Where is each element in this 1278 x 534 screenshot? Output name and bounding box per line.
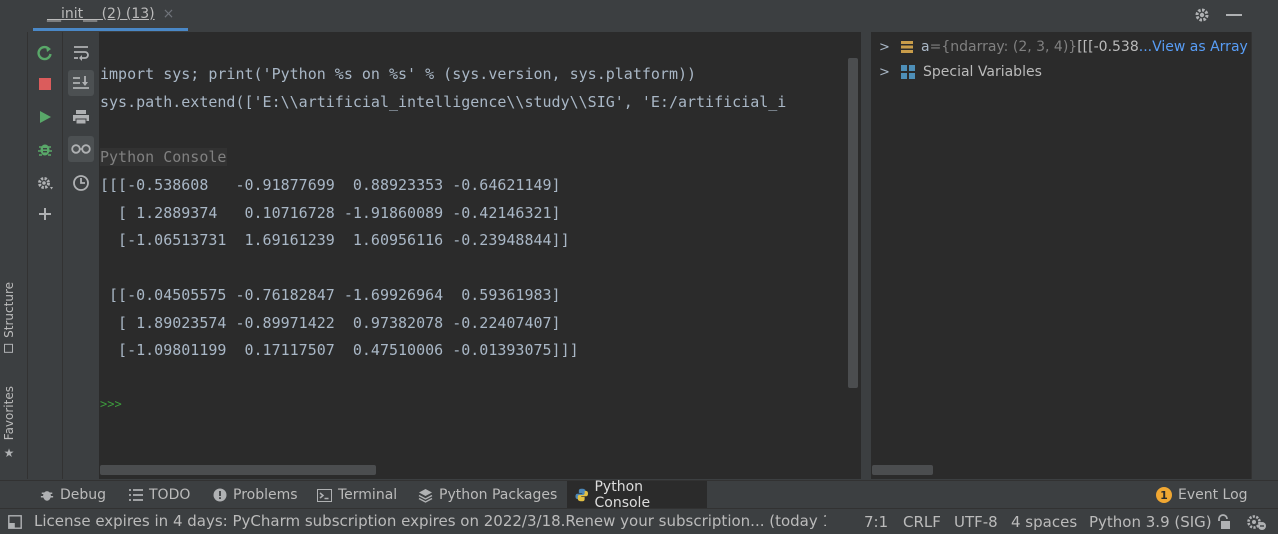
console-header: Python Console <box>100 148 228 166</box>
console-toolbar-primary <box>28 32 63 479</box>
left-tool-stripe: Structure ★ Favorites <box>0 32 28 479</box>
tab-label: Debug <box>60 487 107 503</box>
variables-panel: > a = {ndarray: (2, 3, 4)} [[[-0.538 ...… <box>871 32 1251 479</box>
output-line: [[[-0.538608 -0.91877699 0.88923353 -0.6… <box>100 176 561 194</box>
variable-value: [[[-0.538 <box>1077 39 1139 55</box>
line-separator[interactable]: CRLF <box>903 509 941 534</box>
output-line: [ 1.2889374 0.10716728 -1.91860089 -0.42… <box>100 204 561 222</box>
editor-tab-bar: __init__ (2) (13) × <box>0 0 1278 33</box>
tool-window-bar: Debug TODO Problems Terminal Python Pack… <box>0 479 1278 511</box>
tab-label: Python Console <box>594 479 651 511</box>
panel-splitter[interactable] <box>861 32 871 479</box>
console-horizontal-scrollbar[interactable] <box>100 465 376 475</box>
tab-init[interactable]: __init__ (2) (13) × <box>33 0 189 31</box>
close-icon[interactable]: × <box>163 6 175 22</box>
problems-icon <box>213 488 227 502</box>
structure-label: Structure <box>2 282 16 338</box>
rerun-icon[interactable] <box>32 40 58 66</box>
caret-position[interactable]: 7:1 <box>864 509 888 534</box>
output-line: [-1.06513731 1.69161239 1.60956116 -0.23… <box>100 231 570 249</box>
packages-icon <box>418 488 433 503</box>
list-icon <box>129 489 143 501</box>
output-line: [-1.09801199 0.17117507 0.47510006 -0.01… <box>100 341 579 359</box>
lock-icon[interactable] <box>1216 509 1230 534</box>
add-icon[interactable] <box>32 201 58 227</box>
console-toolbar-secondary <box>63 32 99 479</box>
console-header-line: Python Console <box>100 147 228 167</box>
console-line: import sys; print('Python %s on %s' % (s… <box>100 65 697 83</box>
python-icon <box>575 488 589 502</box>
tab-label: Python Packages <box>439 487 558 503</box>
variable-row[interactable]: > a = {ndarray: (2, 3, 4)} [[[-0.538 ...… <box>871 35 1248 59</box>
gear-icon[interactable] <box>1193 6 1211 28</box>
python-interpreter[interactable]: Python 3.9 (SIG) <box>1089 509 1212 534</box>
special-variables-icon <box>901 65 915 79</box>
special-variables-label: Special Variables <box>923 64 1042 80</box>
variable-name: a <box>921 39 930 55</box>
output-line: [[-0.04505575 -0.76182847 -1.69926964 0.… <box>100 286 561 304</box>
event-log-badge: 1 <box>1156 487 1172 503</box>
event-log-label: Event Log <box>1178 487 1248 503</box>
console-line: sys.path.extend(['E:\\artificial_intelli… <box>100 93 787 111</box>
stop-icon[interactable] <box>32 71 58 97</box>
terminal-icon <box>317 488 332 502</box>
console-vertical-scrollbar[interactable] <box>848 58 858 388</box>
structure-icon <box>4 343 14 353</box>
debug-bug-icon[interactable] <box>32 136 58 162</box>
right-tool-stripe <box>1251 32 1278 479</box>
debug-icon <box>40 491 54 501</box>
inspector-icon[interactable] <box>1245 509 1267 534</box>
scroll-to-end-icon[interactable] <box>68 70 94 96</box>
variable-equals: = <box>929 39 942 55</box>
tab-problems[interactable]: Problems <box>205 481 306 509</box>
tab-label: Problems <box>233 487 298 503</box>
variables-horizontal-scrollbar[interactable] <box>872 465 933 475</box>
tab-debug[interactable]: Debug <box>32 481 114 509</box>
file-encoding[interactable]: UTF-8 <box>954 509 998 534</box>
favorites-label: Favorites <box>2 386 16 441</box>
tab-python-packages[interactable]: Python Packages <box>410 481 565 509</box>
tab-title: __init__ (2) (13) <box>47 6 155 22</box>
status-bar: License expires in 4 days: PyCharm subsc… <box>0 508 1278 534</box>
chevron-right-icon[interactable]: > <box>879 40 893 55</box>
variable-type: {ndarray: (2, 3, 4)} <box>941 39 1078 55</box>
status-message[interactable]: License expires in 4 days: PyCharm subsc… <box>34 509 826 534</box>
indent-setting[interactable]: 4 spaces <box>1011 509 1077 534</box>
minimize-icon[interactable] <box>1226 14 1242 16</box>
python-console-output[interactable]: import sys; print('Python %s on %s' % (s… <box>99 32 861 479</box>
event-log-button[interactable]: 1 Event Log <box>1148 481 1256 509</box>
run-icon[interactable] <box>32 104 58 130</box>
history-clock-icon[interactable] <box>68 170 94 196</box>
tab-python-console[interactable]: Python Console <box>567 479 707 511</box>
star-icon: ★ <box>2 446 16 461</box>
ndarray-icon <box>901 40 913 54</box>
soft-wrap-icon[interactable] <box>68 40 94 66</box>
favorites-tool-tab[interactable]: ★ Favorites <box>2 386 16 460</box>
show-variables-glasses-icon[interactable] <box>68 136 94 162</box>
settings-gear-icon[interactable] <box>32 170 58 196</box>
output-line: [ 1.89023574 -0.89971422 0.97382078 -0.2… <box>100 314 561 332</box>
special-variables-row[interactable]: > Special Variables <box>871 60 1042 84</box>
tab-todo[interactable]: TODO <box>121 481 198 509</box>
tab-label: Terminal <box>338 487 398 503</box>
notification-toggle-icon[interactable] <box>8 509 22 534</box>
print-icon[interactable] <box>68 104 94 130</box>
tab-label: TODO <box>149 487 191 503</box>
console-prompt[interactable]: >>> <box>100 394 122 414</box>
structure-tool-tab[interactable]: Structure <box>2 282 16 353</box>
view-as-array-link[interactable]: ...View as Array <box>1139 39 1248 55</box>
chevron-right-icon[interactable]: > <box>879 65 893 80</box>
tab-terminal[interactable]: Terminal <box>309 481 405 509</box>
